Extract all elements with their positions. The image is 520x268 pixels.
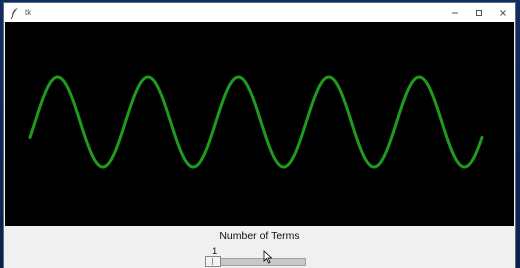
close-icon	[500, 9, 506, 16]
close-button[interactable]	[491, 3, 515, 22]
sine-wave	[28, 75, 484, 169]
window-controls	[443, 3, 515, 22]
slider-trough[interactable]	[206, 258, 306, 266]
mouse-pointer-icon	[263, 250, 273, 264]
maximize-icon	[476, 9, 482, 16]
window-title: tk	[25, 8, 32, 17]
slider-panel: Number of Terms 1	[4, 226, 515, 268]
feather-icon	[8, 6, 22, 20]
title-bar[interactable]: tk	[4, 3, 515, 22]
slider-thumb[interactable]	[205, 256, 221, 267]
app-window: tk Number of Terms 1	[4, 3, 515, 268]
minimize-button[interactable]	[443, 3, 467, 22]
maximize-button[interactable]	[467, 3, 491, 22]
minimize-icon	[452, 12, 458, 13]
drawing-canvas	[5, 22, 514, 226]
slider-label: Number of Terms	[219, 230, 300, 242]
